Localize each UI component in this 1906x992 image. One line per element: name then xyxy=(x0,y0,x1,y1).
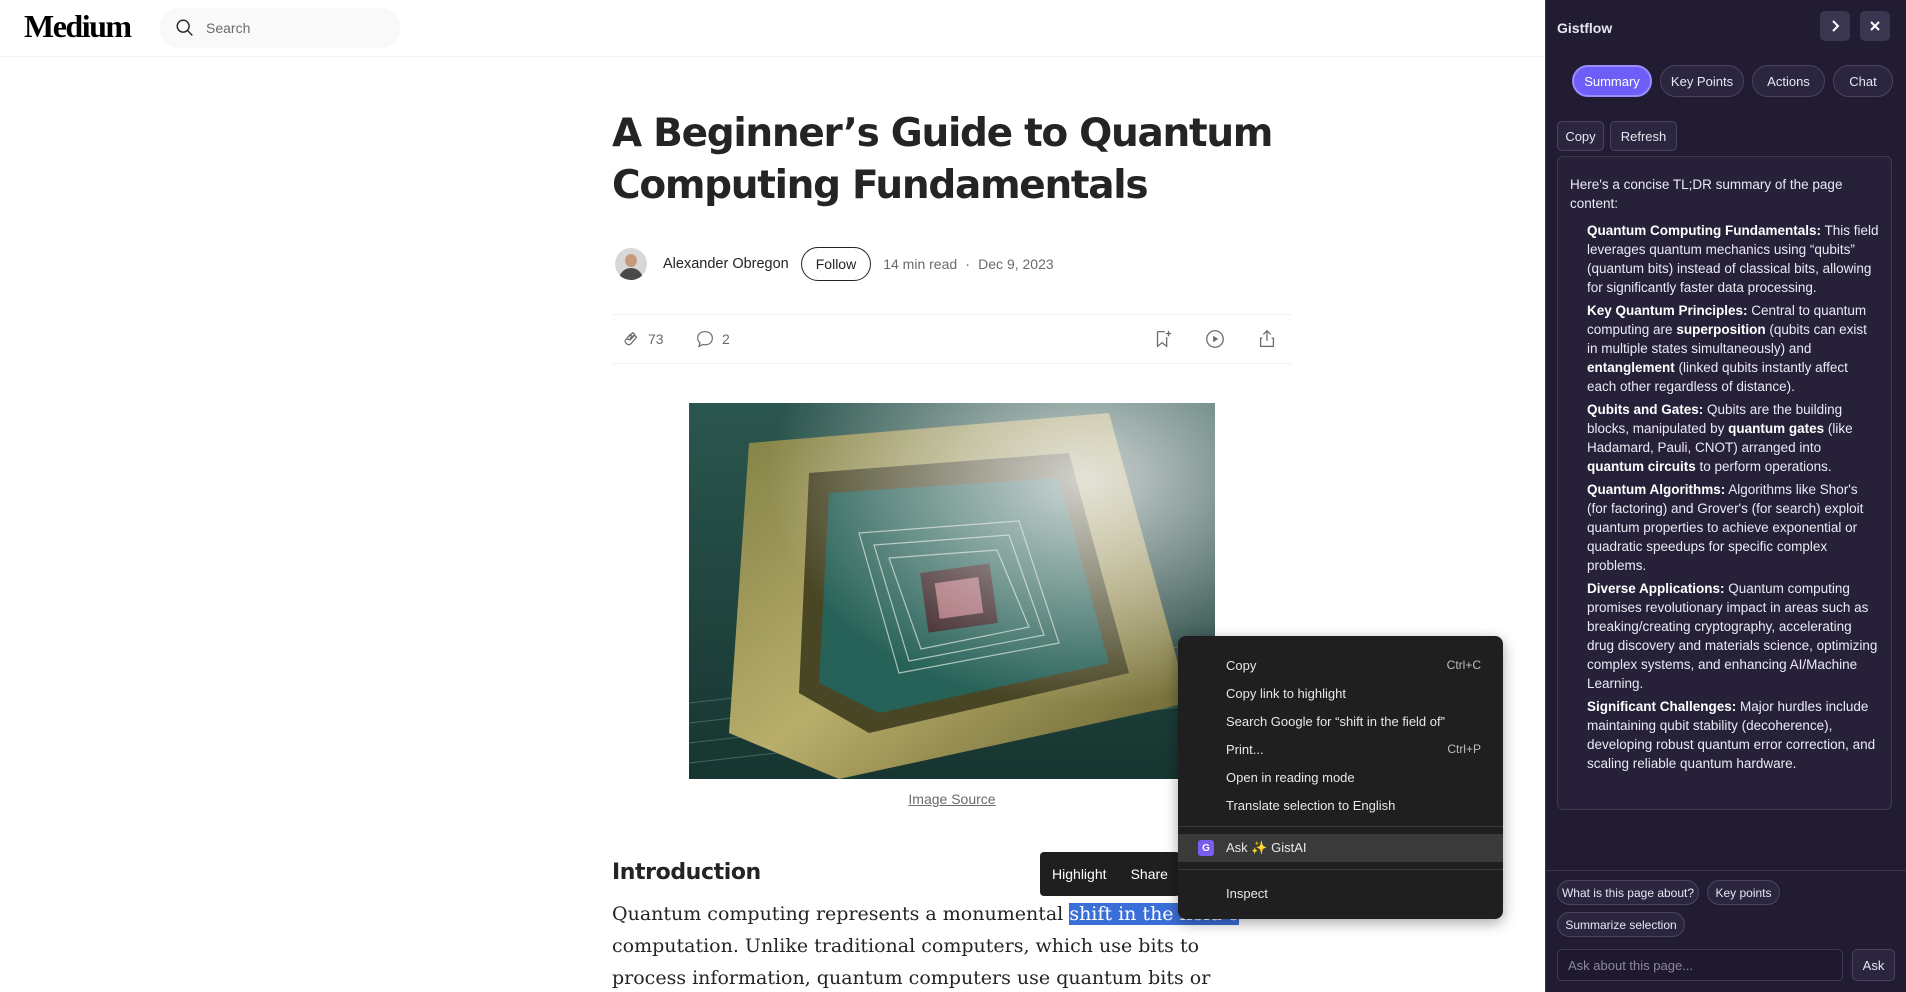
ask-button[interactable]: Ask xyxy=(1852,949,1895,981)
author-avatar[interactable] xyxy=(615,248,647,280)
clap-button[interactable]: 73 xyxy=(620,328,664,350)
meta-separator: · xyxy=(965,255,971,273)
screen: Medium A Beginner’s Guide to Quantum Com… xyxy=(0,0,1906,992)
point-term: quantum circuits xyxy=(1587,459,1696,474)
point-text: Quantum computing promises revolutionary… xyxy=(1587,581,1878,691)
tab-chat[interactable]: Chat xyxy=(1833,65,1893,97)
article-paragraph: Quantum computing represents a monumenta… xyxy=(612,898,1262,992)
listen-button[interactable] xyxy=(1204,328,1226,350)
chip-what-is-this-page[interactable]: What is this page about? xyxy=(1557,880,1699,905)
article-meta: Alexander Obregon Follow 14 min read · D… xyxy=(612,244,1292,284)
quantum-chip-image xyxy=(689,403,1215,779)
point-term: entanglement xyxy=(1587,360,1675,375)
ctx-search-google[interactable]: Search Google for “shift in the field of… xyxy=(1178,707,1503,735)
point-heading: Key Quantum Principles: xyxy=(1587,303,1748,318)
medium-header: Medium xyxy=(0,0,1545,57)
image-source-link[interactable]: Image Source xyxy=(689,791,1215,807)
ctx-label: Copy xyxy=(1226,657,1257,673)
save-button[interactable] xyxy=(1152,328,1174,350)
read-time: 14 min read xyxy=(883,256,958,272)
article-actions-bar: 73 2 xyxy=(612,314,1292,364)
sidebar-title: Gistflow xyxy=(1557,20,1613,36)
ctx-inspect[interactable]: Inspect xyxy=(1178,879,1503,907)
summary-point: Quantum Algorithms: Algorithms like Shor… xyxy=(1587,480,1879,575)
ctx-label: Search Google for “shift in the field of… xyxy=(1226,713,1445,729)
summary-panel: Here's a concise TL;DR summary of the pa… xyxy=(1557,156,1892,810)
chip-key-points[interactable]: Key points xyxy=(1707,880,1780,905)
summary-point: Diverse Applications: Quantum computing … xyxy=(1587,579,1879,693)
article-hero-image xyxy=(689,403,1215,779)
chevron-right-icon xyxy=(1832,20,1840,32)
ctx-shortcut: Ctrl+P xyxy=(1447,742,1481,756)
tab-key-points[interactable]: Key Points xyxy=(1660,65,1744,97)
summary-intro: Here's a concise TL;DR summary of the pa… xyxy=(1570,177,1843,211)
highlight-popup: Highlight Share xyxy=(1040,852,1180,896)
sidebar-divider xyxy=(1546,870,1906,871)
follow-button[interactable]: Follow xyxy=(800,247,872,281)
point-heading: Quantum Computing Fundamentals: xyxy=(1587,223,1821,238)
ctx-shortcut: Ctrl+C xyxy=(1446,658,1481,672)
paragraph-text: Quantum computing represents a monumenta… xyxy=(612,903,1070,925)
close-icon xyxy=(1870,21,1880,31)
copy-summary-button[interactable]: Copy xyxy=(1557,121,1604,151)
ctx-label: Inspect xyxy=(1226,885,1268,901)
comment-icon xyxy=(697,331,713,348)
point-term: superposition xyxy=(1676,322,1766,337)
point-heading: Quantum Algorithms: xyxy=(1587,482,1726,497)
ctx-reading-mode[interactable]: Open in reading mode xyxy=(1178,763,1503,791)
gistflow-sidebar: Gistflow Summary Key Points Actions Chat… xyxy=(1545,0,1906,992)
comment-count: 2 xyxy=(722,331,730,347)
bookmark-add-icon xyxy=(1156,330,1172,348)
article: A Beginner’s Guide to Quantum Computing … xyxy=(612,108,1292,364)
medium-logo[interactable]: Medium xyxy=(24,8,132,45)
clap-icon xyxy=(624,331,638,346)
ctx-label: Ask ✨ GistAI xyxy=(1226,840,1307,855)
tab-summary[interactable]: Summary xyxy=(1572,65,1652,97)
play-icon xyxy=(1206,330,1224,348)
ctx-copy[interactable]: Copy Ctrl+C xyxy=(1178,651,1503,679)
ask-input[interactable] xyxy=(1557,949,1843,981)
gistai-icon: G xyxy=(1198,840,1214,856)
author-name[interactable]: Alexander Obregon xyxy=(663,256,789,272)
collapse-sidebar-button[interactable] xyxy=(1820,11,1850,41)
summary-point: Significant Challenges: Major hurdles in… xyxy=(1587,697,1879,773)
clap-count: 73 xyxy=(648,331,664,347)
ctx-print[interactable]: Print... Ctrl+P xyxy=(1178,735,1503,763)
search-input[interactable] xyxy=(206,20,386,36)
context-menu: Copy Ctrl+C Copy link to highlight Searc… xyxy=(1178,636,1503,919)
ctx-separator xyxy=(1178,869,1503,870)
paragraph-text-continued: computation. Unlike traditional computer… xyxy=(612,935,1211,989)
summary-point: Quantum Computing Fundamentals: This fie… xyxy=(1587,221,1879,297)
share-button[interactable] xyxy=(1256,328,1278,350)
comments-button[interactable]: 2 xyxy=(694,328,730,350)
search-box[interactable] xyxy=(160,8,400,48)
publish-date: Dec 9, 2023 xyxy=(978,256,1054,272)
article-title: A Beginner’s Guide to Quantum Computing … xyxy=(612,111,1273,208)
ctx-label: Print... xyxy=(1226,741,1264,757)
summary-point: Qubits and Gates: Qubits are the buildin… xyxy=(1587,400,1879,476)
ctx-copy-link-to-highlight[interactable]: Copy link to highlight xyxy=(1178,679,1503,707)
highlight-button[interactable]: Highlight xyxy=(1052,866,1106,882)
ctx-translate[interactable]: Translate selection to English xyxy=(1178,791,1503,819)
share-selection-button[interactable]: Share xyxy=(1131,866,1168,882)
section-heading: Introduction xyxy=(612,860,761,885)
summary-point: Key Quantum Principles: Central to quant… xyxy=(1587,301,1879,396)
point-term: quantum gates xyxy=(1728,421,1825,436)
point-text: to perform operations. xyxy=(1695,459,1832,474)
chip-summarize-selection[interactable]: Summarize selection xyxy=(1557,912,1685,937)
point-heading: Qubits and Gates: xyxy=(1587,402,1704,417)
share-icon xyxy=(1259,329,1275,347)
point-heading: Diverse Applications: xyxy=(1587,581,1725,596)
tab-actions[interactable]: Actions xyxy=(1752,65,1825,97)
ctx-ask-gistai[interactable]: G Ask ✨ GistAI xyxy=(1178,834,1503,862)
ctx-label: Copy link to highlight xyxy=(1226,685,1346,701)
point-heading: Significant Challenges: xyxy=(1587,699,1737,714)
refresh-summary-button[interactable]: Refresh xyxy=(1610,121,1677,151)
ctx-label: Translate selection to English xyxy=(1226,797,1396,813)
ctx-label: Open in reading mode xyxy=(1226,769,1355,785)
close-sidebar-button[interactable] xyxy=(1860,11,1890,41)
ctx-separator xyxy=(1178,826,1503,827)
search-icon xyxy=(176,19,193,36)
